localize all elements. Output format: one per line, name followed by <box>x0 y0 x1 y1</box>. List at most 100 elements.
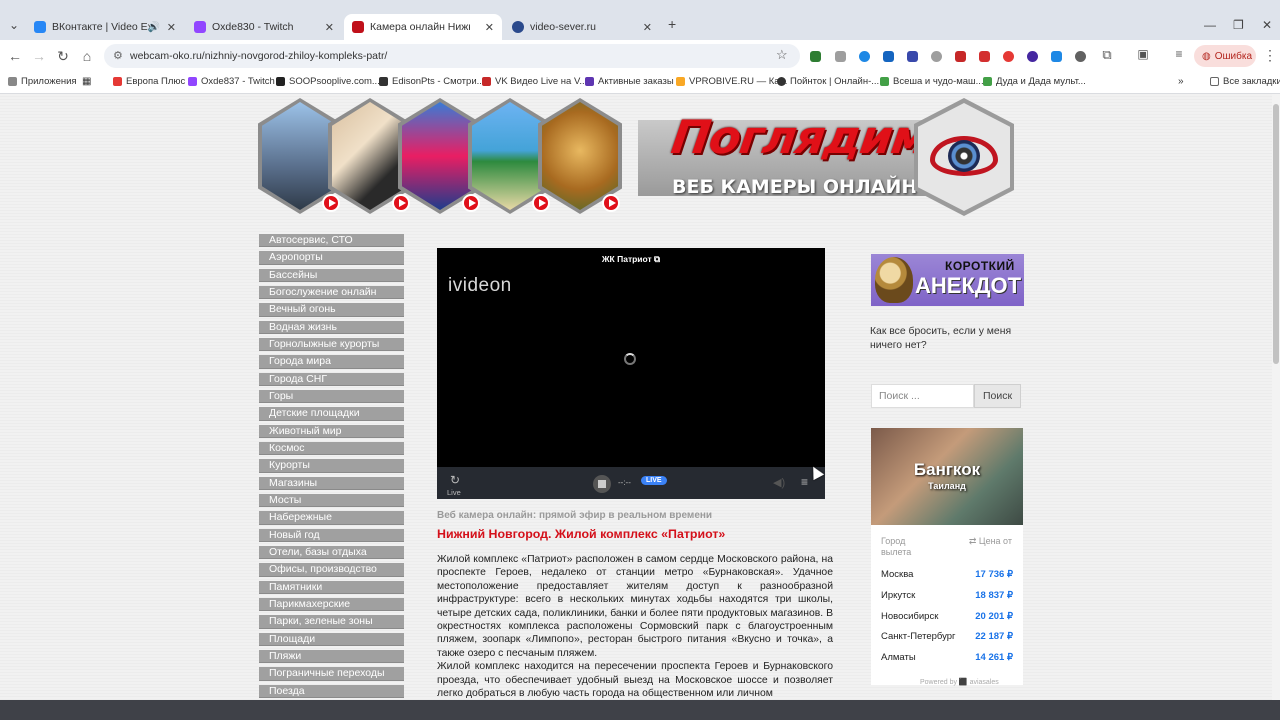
tab-twitch[interactable]: Oxde830 - Twitch ✕ <box>186 14 342 40</box>
extension-icon[interactable] <box>955 51 966 62</box>
pdf-icon[interactable] <box>979 51 990 62</box>
extension-icon[interactable] <box>810 51 821 62</box>
site-header-banner[interactable]: Поглядим! ВЕБ КАМЕРЫ ОНЛАЙН <box>258 98 1018 216</box>
search-input[interactable]: Поиск ... <box>871 384 974 408</box>
close-icon[interactable]: ✕ <box>325 21 334 34</box>
menu-item[interactable]: Поезда <box>259 684 404 698</box>
bookmark-item[interactable]: Активные заказы <box>585 76 674 87</box>
more-bookmarks-icon[interactable]: » <box>1178 76 1184 87</box>
menu-item[interactable]: Вечный огонь <box>259 303 404 317</box>
extension-icon[interactable] <box>1051 51 1062 62</box>
menu-item[interactable]: Детские площадки <box>259 407 404 421</box>
bookmark-item[interactable]: EdisonPts - Смотри... <box>379 76 485 87</box>
menu-item[interactable]: Города мира <box>259 355 404 369</box>
menu-item[interactable]: Аэропорты <box>259 251 404 265</box>
fare-row[interactable]: Иркутск 18 837 ₽ <box>881 590 1013 601</box>
bookmark-item[interactable]: SOOPsooplive.com... <box>276 76 380 87</box>
home-icon[interactable]: ⌂ <box>78 48 96 64</box>
extension-icon[interactable] <box>1003 51 1014 62</box>
site-info-icon[interactable]: ⚙ <box>113 49 123 62</box>
menu-item[interactable]: Автосервис, СТО <box>259 234 404 248</box>
fare-row[interactable]: Алматы 14 261 ₽ <box>881 652 1013 663</box>
menu-item[interactable]: Набережные <box>259 511 404 525</box>
scrollbar-thumb[interactable] <box>1273 104 1279 364</box>
extension-icon[interactable] <box>835 51 846 62</box>
minimize-icon[interactable]: — <box>1204 18 1216 32</box>
menu-item[interactable]: Площади <box>259 632 404 646</box>
new-tab-button[interactable]: + <box>668 16 676 32</box>
menu-item[interactable]: Города СНГ <box>259 372 404 387</box>
destination-banner[interactable]: Бангкок Таиланд <box>871 428 1023 525</box>
menu-item[interactable]: Памятники <box>259 580 404 594</box>
bookmark-star-icon[interactable]: ☆ <box>776 47 788 63</box>
bookmark-item[interactable]: Всеша и чудо-маш... <box>880 76 984 87</box>
maximize-icon[interactable]: ❐ <box>1233 18 1244 32</box>
col-price-header[interactable]: ⇄ Цена от <box>969 536 1012 547</box>
close-icon[interactable]: ✕ <box>167 21 176 34</box>
extension-icon[interactable] <box>883 51 894 62</box>
grid-icon[interactable]: ▦ <box>82 76 91 87</box>
browser-menu-icon[interactable]: ⋮ <box>1261 47 1279 64</box>
bookmark-item[interactable]: Oxde837 - Twitch <box>188 76 275 87</box>
menu-item[interactable]: Отели, базы отдыха <box>259 545 404 560</box>
bookmark-item[interactable]: Европа Плюс <box>113 76 185 87</box>
close-icon[interactable]: ✕ <box>485 21 494 34</box>
player-title[interactable]: ЖК Патриот ⧉ <box>437 254 825 265</box>
tab-search-icon[interactable]: ⌄ <box>9 18 19 32</box>
bookmark-item[interactable]: Пойнток | Онлайн-... <box>777 76 879 87</box>
extension-icon[interactable] <box>859 51 870 62</box>
address-bar[interactable]: ⚙ webcam-oko.ru/nizhniy-novgorod-zhiloy-… <box>104 44 800 68</box>
extension-icon[interactable] <box>1027 51 1038 62</box>
search-button[interactable]: Поиск <box>974 384 1021 408</box>
reload-stream-icon[interactable]: ↻ <box>450 473 460 487</box>
page-scrollbar[interactable] <box>1272 94 1280 700</box>
translate-icon[interactable] <box>907 51 918 62</box>
live-label[interactable]: Live <box>447 488 461 497</box>
reload-icon[interactable]: ↻ <box>54 48 72 65</box>
menu-item[interactable]: Богослужение онлайн <box>259 285 404 300</box>
player-menu-icon[interactable]: ≡ <box>801 475 808 489</box>
bookmark-item[interactable]: VK Видео Live на V... <box>482 76 587 87</box>
menu-item[interactable]: Офисы, производство <box>259 563 404 577</box>
menu-item[interactable]: Горнолыжные курорты <box>259 337 404 352</box>
volume-icon[interactable]: ◀) <box>773 476 785 489</box>
extension-icon[interactable] <box>931 51 942 62</box>
split-view-icon[interactable]: ▣ <box>1134 47 1152 61</box>
reading-list-icon[interactable]: ≡ <box>1170 47 1188 61</box>
bookmark-item[interactable]: VPROBIVE.RU — Ка... <box>676 76 787 87</box>
menu-item[interactable]: Парикмахерские <box>259 597 404 612</box>
powered-by[interactable]: Powered by ⬛ aviasales <box>920 678 999 686</box>
menu-item[interactable]: Магазины <box>259 476 404 490</box>
all-bookmarks[interactable]: Все закладки <box>1210 76 1280 87</box>
tab-video-sever[interactable]: video-sever.ru ✕ <box>504 14 660 40</box>
extension-icon[interactable] <box>1075 51 1086 62</box>
video-player[interactable]: ЖК Патриот ⧉ ivideon ↻ Live --:-- LIVE ◀… <box>437 248 825 499</box>
fare-row[interactable]: Москва 17 736 ₽ <box>881 569 1013 580</box>
back-icon[interactable]: ← <box>6 48 24 64</box>
menu-item[interactable]: Водная жизнь <box>259 320 404 335</box>
joke-banner[interactable]: КОРОТКИЙ АНЕКДОТ <box>871 254 1024 306</box>
live-badge[interactable]: LIVE <box>641 476 667 485</box>
bookmark-item[interactable]: Дуда и Дада мульт... <box>983 76 1086 87</box>
external-link-icon[interactable]: ⧉ <box>654 254 660 264</box>
menu-item[interactable]: Животный мир <box>259 424 404 438</box>
menu-item[interactable]: Пляжи <box>259 649 404 664</box>
menu-item[interactable]: Курорты <box>259 459 404 473</box>
bookmark-apps[interactable]: Приложения <box>8 76 77 87</box>
menu-item[interactable]: Горы <box>259 389 404 404</box>
window-close-icon[interactable]: ✕ <box>1262 18 1272 32</box>
menu-item[interactable]: Пограничные переходы <box>259 667 404 681</box>
forward-icon[interactable]: → <box>30 48 48 64</box>
menu-item[interactable]: Бассейны <box>259 268 404 283</box>
tab-vk[interactable]: ВКонтакте | Video Ext 🔊 ✕ <box>26 14 184 40</box>
close-icon[interactable]: ✕ <box>643 21 652 34</box>
profile-error-button[interactable]: ◍ Ошибка <box>1194 45 1256 67</box>
extensions-puzzle-icon[interactable]: ⧉ <box>1098 47 1116 63</box>
stop-button[interactable] <box>593 475 611 493</box>
fare-row[interactable]: Санкт-Петербург 22 187 ₽ <box>881 631 1013 642</box>
menu-item[interactable]: Новый год <box>259 528 404 542</box>
fare-row[interactable]: Новосибирск 20 201 ₽ <box>881 611 1013 622</box>
audio-icon[interactable]: 🔊 <box>148 22 160 33</box>
menu-item[interactable]: Космос <box>259 441 404 456</box>
tab-webcam[interactable]: Камера онлайн Нижний Новг ✕ <box>344 14 502 40</box>
